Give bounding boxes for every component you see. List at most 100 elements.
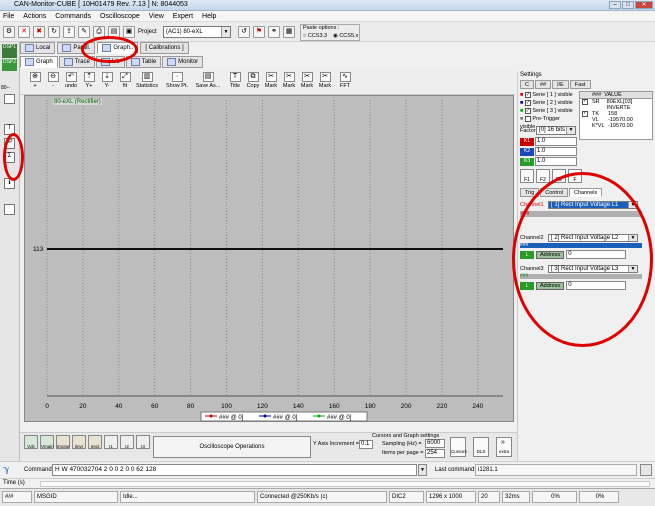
tab-graph-sub[interactable]: Graph bbox=[20, 56, 58, 68]
maximize-button[interactable]: □ bbox=[622, 1, 634, 9]
list-icon[interactable] bbox=[4, 204, 15, 215]
stop-icon[interactable]: ✕ bbox=[18, 26, 30, 38]
x-tick-label: 20 bbox=[79, 403, 87, 410]
graph-sub-icon bbox=[25, 58, 34, 66]
table-row-checkbox[interactable] bbox=[582, 99, 588, 105]
project-select[interactable]: (AC1) 80-eXL ▼ bbox=[163, 26, 231, 38]
f1-button[interactable]: F1 bbox=[520, 169, 534, 183]
i1-label: I1 bbox=[109, 444, 113, 449]
settings-tab-c[interactable]: C bbox=[520, 80, 534, 89]
menu-view[interactable]: View bbox=[149, 13, 164, 20]
status-rate-value: #/# bbox=[5, 494, 14, 500]
dsp2-badge[interactable]: DSP2 bbox=[2, 59, 17, 71]
menu-oscilloscope[interactable]: Oscilloscope bbox=[100, 13, 140, 20]
tab-monitor[interactable]: Monitor bbox=[162, 56, 204, 68]
irect-button[interactable]: Irect bbox=[88, 435, 102, 449]
i1-button[interactable]: I1 bbox=[104, 435, 118, 449]
paste-radio-1[interactable]: ○ CCS3.3 bbox=[303, 33, 327, 39]
time-scrollbar[interactable] bbox=[40, 481, 650, 487]
series-checkbox-3[interactable] bbox=[524, 107, 531, 114]
extra-button[interactable]: » extra bbox=[496, 437, 512, 457]
double-chevron-icon: » bbox=[501, 439, 505, 446]
save-as-button[interactable]: ▤ Save As... bbox=[194, 72, 222, 93]
table-row[interactable]: K*VL -19570.00 bbox=[580, 123, 652, 129]
menu-file[interactable]: File bbox=[3, 13, 14, 20]
f2-button[interactable]: F2 bbox=[536, 169, 550, 183]
menu-bar: File Actions Commands Oscilloscope View … bbox=[0, 11, 655, 22]
dsp1-badge[interactable]: DSP1 bbox=[2, 44, 17, 58]
table-cell-value: 80EXL[03] INVERTE bbox=[606, 99, 633, 111]
vdc-button[interactable]: Vdc bbox=[24, 435, 38, 449]
settings-tab-ie[interactable]: I/E bbox=[552, 80, 569, 89]
dls-button[interactable]: DLS bbox=[473, 437, 489, 457]
y-axis-input[interactable]: 0.1 bbox=[359, 440, 373, 449]
series-row-2[interactable]: ■ Serie [ 2 ] visible bbox=[520, 99, 576, 107]
menu-actions[interactable]: Actions bbox=[23, 13, 46, 20]
command-input[interactable]: H W 470032704 2 0 0 2 0 0 62 128 bbox=[52, 464, 417, 476]
series-row-1[interactable]: ■ Serie [ 1 ] visible bbox=[520, 91, 576, 99]
value-table-head-value: VALUE bbox=[604, 92, 622, 98]
series-row-3[interactable]: ■ Serie [ 3 ] visible bbox=[520, 107, 576, 115]
series-checkbox-4[interactable] bbox=[524, 115, 531, 122]
imotor-button[interactable]: Imotor bbox=[56, 435, 70, 449]
mark-icon-1: ✂ bbox=[265, 72, 277, 82]
menu-help[interactable]: Help bbox=[202, 13, 216, 20]
flag-icon[interactable]: ⚑ bbox=[253, 26, 265, 38]
annotation-oval-left-tools bbox=[3, 133, 24, 181]
fft-button[interactable]: ∿ FFT bbox=[334, 72, 356, 93]
series-checkbox-1[interactable] bbox=[524, 91, 531, 98]
i3-button[interactable]: I3 bbox=[136, 435, 150, 449]
link-icon[interactable]: ⚭ bbox=[268, 26, 280, 38]
mark-label-4: Mark bbox=[318, 83, 332, 89]
tab-calibrations[interactable]: [ Calibrations ] bbox=[140, 42, 189, 54]
cursor-icon[interactable] bbox=[4, 94, 15, 104]
show-pt-button[interactable]: · Show Pt. bbox=[164, 72, 190, 93]
table-row-checkbox[interactable] bbox=[582, 111, 588, 117]
tab-trig-label: Trig bbox=[525, 189, 535, 196]
delete-icon[interactable]: ✖ bbox=[33, 26, 45, 38]
reload-icon[interactable]: ↺ bbox=[238, 26, 250, 38]
command-extra-button[interactable] bbox=[640, 464, 652, 476]
k2-input[interactable]: 1.0 bbox=[535, 147, 577, 156]
chip-icon[interactable]: ▦ bbox=[283, 26, 295, 38]
chevron-down-icon: ▼ bbox=[566, 127, 575, 134]
k1-input[interactable]: 1.0 bbox=[535, 137, 577, 146]
k1-badge: K1 bbox=[520, 138, 534, 146]
plot-area[interactable]: 0 20 40 60 80 100 120 140 160 180 200 220 240 113 ### … bbox=[24, 95, 514, 422]
statistics-button[interactable]: ▥ Statistics bbox=[132, 72, 162, 93]
speed-label: 80-- bbox=[1, 85, 10, 91]
cursors-button[interactable]: Cursors bbox=[450, 437, 467, 457]
tool-icon[interactable]: ✎ bbox=[78, 26, 90, 38]
refresh-icon[interactable]: ↻ bbox=[48, 26, 60, 38]
settings-tab-hash[interactable]: ## bbox=[534, 80, 552, 89]
menu-expert[interactable]: Expert bbox=[173, 13, 193, 20]
factor-value: [0] 16 bits bbox=[539, 127, 566, 133]
series-checkbox-2[interactable] bbox=[524, 99, 531, 106]
close-button[interactable]: ✕ bbox=[635, 1, 653, 9]
vmain-button[interactable]: Vmain bbox=[40, 435, 54, 449]
project-label: Project bbox=[138, 29, 157, 35]
paste-radio-2[interactable]: ◉ CCS5.x bbox=[333, 33, 358, 39]
items-input[interactable]: 254 bbox=[425, 449, 445, 458]
minimize-button[interactable]: – bbox=[609, 1, 621, 9]
export-icon[interactable]: ⇪ bbox=[63, 26, 75, 38]
local-icon bbox=[25, 44, 34, 52]
i2-button[interactable]: I2 bbox=[120, 435, 134, 449]
tab-local[interactable]: Local bbox=[20, 42, 56, 54]
iinvr-button[interactable]: Iinvr bbox=[72, 435, 86, 449]
settings-tab-fast[interactable]: Fast bbox=[569, 80, 591, 89]
menu-commands[interactable]: Commands bbox=[55, 13, 91, 20]
settings-icon[interactable]: ⚙ bbox=[3, 26, 15, 38]
k3-input[interactable]: 1.0 bbox=[535, 157, 577, 166]
status-count: 20 bbox=[478, 491, 500, 503]
sampling-input[interactable]: 6000 bbox=[425, 439, 445, 448]
status-progress-1: 0% bbox=[532, 491, 577, 503]
mark-label-1: Mark bbox=[264, 83, 278, 89]
project-icon[interactable]: ▣ bbox=[123, 26, 135, 38]
table-row[interactable]: SR 80EXL[03] INVERTE bbox=[580, 99, 652, 111]
legend-entry-3: ### @ 0] bbox=[327, 415, 352, 421]
chevron-down-icon[interactable]: ▼ bbox=[418, 464, 427, 476]
oscilloscope-operations-button[interactable]: Oscilloscope Operations bbox=[153, 436, 311, 458]
mark-button-4[interactable]: ✂ Mark bbox=[314, 72, 336, 93]
factor-select[interactable]: [0] 16 bits ▼ bbox=[536, 126, 576, 135]
